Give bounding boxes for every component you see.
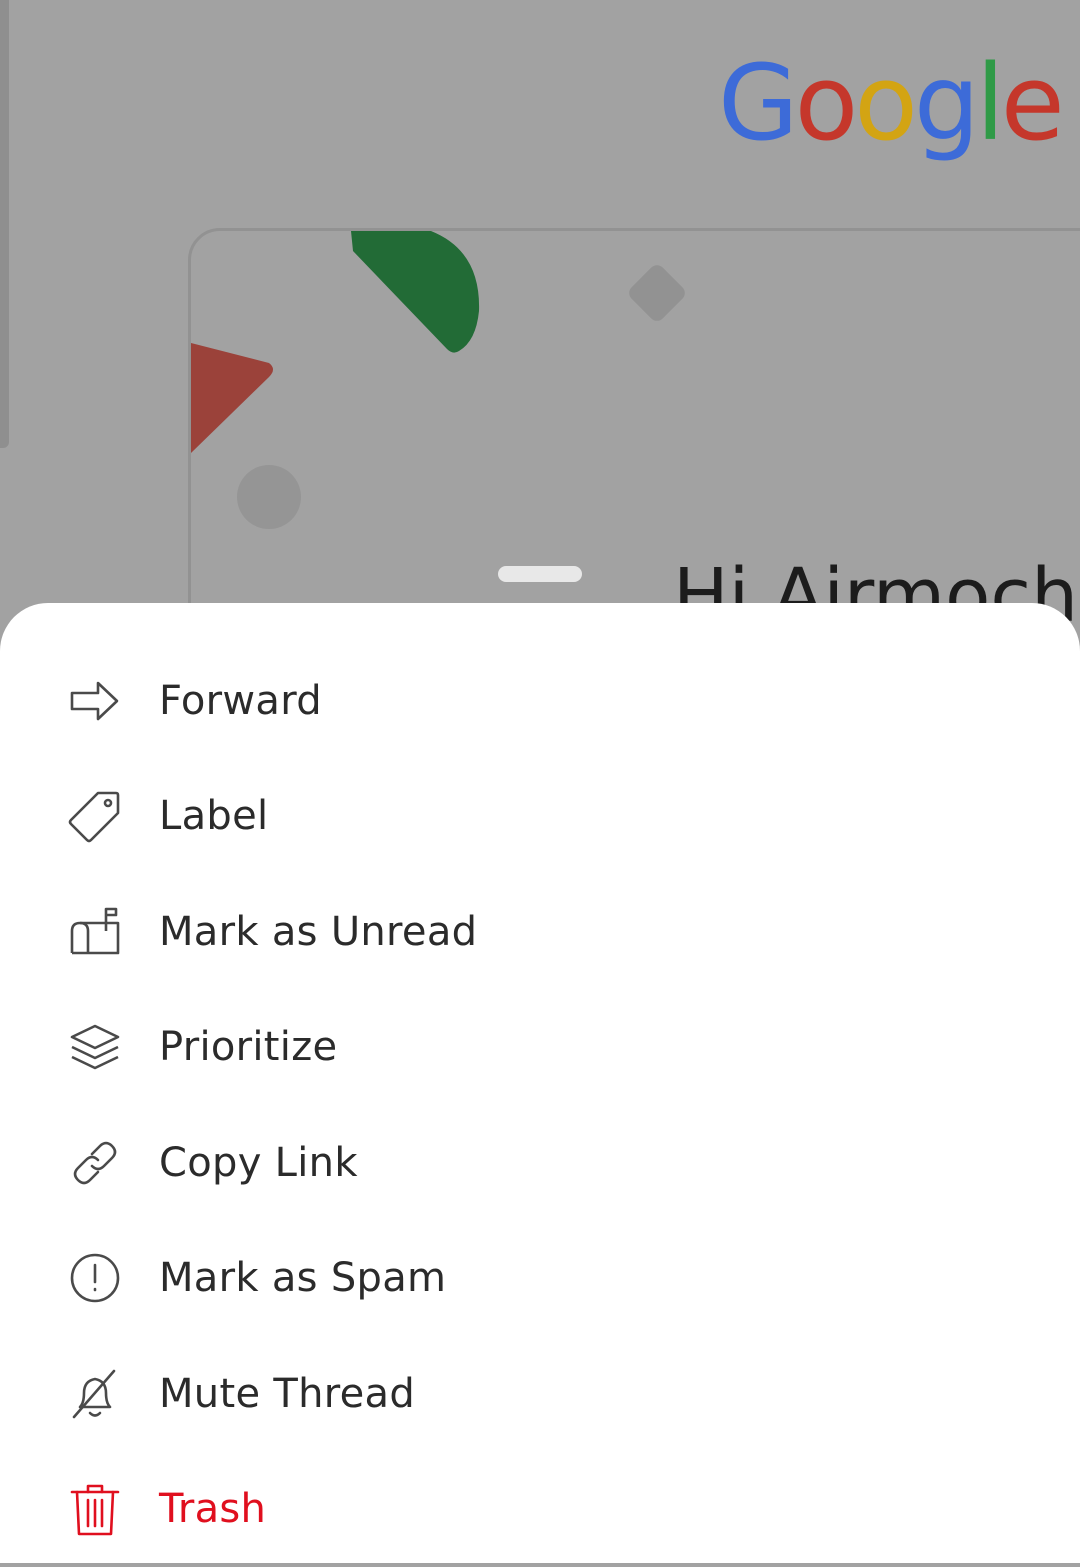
menu-item-label: Copy Link <box>159 1140 358 1186</box>
google-logo: Google <box>718 38 1080 178</box>
menu-item-mark-unread[interactable]: Mark as Unread <box>0 874 1080 990</box>
menu-item-copy-link[interactable]: Copy Link <box>0 1105 1080 1221</box>
logo-letter: g <box>914 42 976 164</box>
menu-item-mark-spam[interactable]: Mark as Spam <box>0 1221 1080 1337</box>
logo-letter: l <box>976 42 1001 164</box>
red-shape <box>191 343 273 453</box>
menu-item-label: Prioritize <box>159 1024 337 1070</box>
alert-circle-icon <box>68 1251 122 1305</box>
logo-letter: G <box>718 42 795 164</box>
actions-menu: Forward Label Mark as Unread <box>0 643 1080 1567</box>
menu-item-label: Trash <box>159 1486 266 1532</box>
actions-bottom-sheet: Forward Label Mark as Unread <box>0 603 1080 1563</box>
grey-diamond-shape <box>626 262 688 324</box>
link-icon <box>68 1136 122 1190</box>
sheet-drag-handle[interactable] <box>498 566 582 582</box>
layers-icon <box>68 1020 122 1074</box>
menu-item-prioritize[interactable]: Prioritize <box>0 990 1080 1106</box>
menu-item-trash[interactable]: Trash <box>0 1452 1080 1567</box>
logo-letter: o <box>795 42 855 164</box>
mailbox-icon <box>68 905 122 959</box>
menu-item-label: Label <box>159 793 268 839</box>
trash-icon <box>68 1482 122 1536</box>
menu-item-mute-thread[interactable]: Mute Thread <box>0 1336 1080 1452</box>
grey-circle-shape <box>237 465 301 529</box>
menu-item-forward[interactable]: Forward <box>0 643 1080 759</box>
menu-item-label[interactable]: Label <box>0 759 1080 875</box>
label-tag-icon <box>68 789 122 843</box>
scroll-edge <box>0 0 9 448</box>
logo-letter: e <box>1001 42 1061 164</box>
menu-item-label: Mark as Unread <box>159 909 477 955</box>
bell-off-icon <box>68 1367 122 1421</box>
forward-icon <box>68 674 122 728</box>
menu-item-label: Mark as Spam <box>159 1255 446 1301</box>
menu-item-label: Mute Thread <box>159 1371 415 1417</box>
green-shape <box>351 231 479 353</box>
logo-letter: o <box>854 42 914 164</box>
menu-item-label: Forward <box>159 678 322 724</box>
